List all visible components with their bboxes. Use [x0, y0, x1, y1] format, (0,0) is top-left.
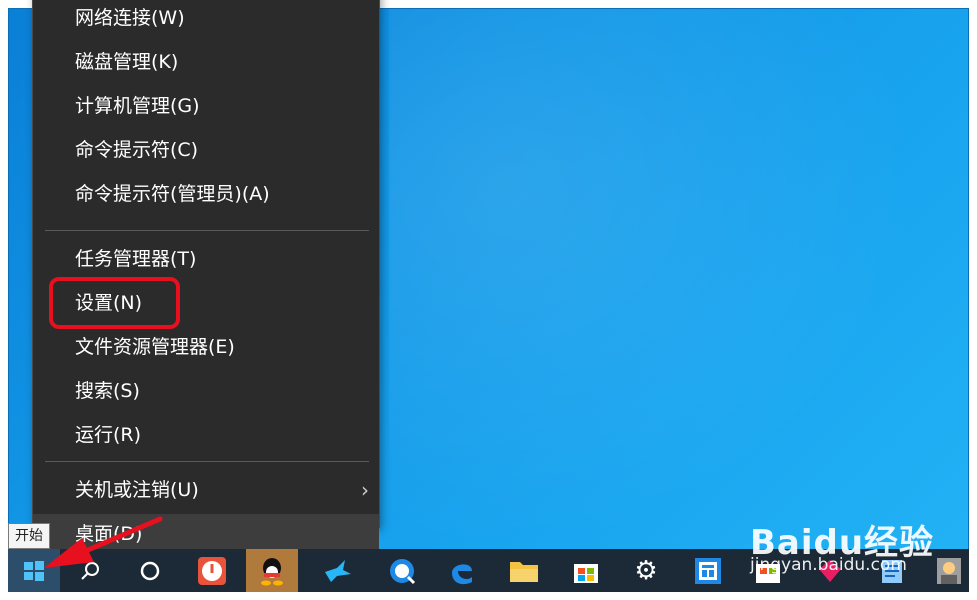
menu-separator [45, 461, 369, 462]
store-button[interactable] [560, 549, 612, 592]
menu-item-run[interactable]: 运行(R) [33, 415, 379, 455]
edge-button[interactable] [436, 549, 488, 592]
bird-app-icon [325, 559, 351, 582]
qq-icon [261, 557, 283, 585]
edge-icon [452, 563, 472, 584]
search-button[interactable] [64, 549, 116, 592]
menu-item-disk-management[interactable]: 磁盘管理(K) [33, 42, 379, 82]
menu-item-file-explorer[interactable]: 文件资源管理器(E) [33, 327, 379, 367]
store-app-icon [756, 563, 780, 583]
menu-item-shutdown-signout[interactable]: 关机或注销(U) › [33, 470, 379, 510]
user-app-icon [936, 557, 961, 584]
menu-item-label: 文件资源管理器(E) [75, 336, 235, 358]
menu-item-label: 磁盘管理(K) [75, 51, 179, 73]
store-app-button[interactable] [742, 549, 794, 592]
start-tooltip: 开始 [8, 523, 50, 549]
menu-item-label: 命令提示符(管理员)(A) [75, 183, 270, 205]
calculator-app-button[interactable] [682, 549, 734, 592]
cortana-button[interactable] [124, 549, 176, 592]
menu-item-label: 计算机管理(G) [75, 95, 200, 117]
search-icon [81, 561, 99, 580]
menu-item-label: 关机或注销(U) [75, 479, 199, 501]
menu-item-label: 网络连接(W) [75, 7, 185, 29]
menu-item-label: 运行(R) [75, 424, 142, 446]
pink-app-button[interactable] [804, 549, 856, 592]
settings-button[interactable]: ⚙ [620, 549, 672, 592]
windows-start-icon [24, 560, 44, 581]
settings-highlight-box [49, 277, 180, 329]
menu-item-task-manager[interactable]: 任务管理器(T) [33, 239, 379, 279]
taskbar: ⚙ [8, 549, 969, 592]
menu-item-command-prompt[interactable]: 命令提示符(C) [33, 130, 379, 170]
file-explorer-button[interactable] [498, 549, 550, 592]
browser-app-icon [390, 558, 416, 584]
menu-item-label: 搜索(S) [75, 380, 140, 402]
store-icon [574, 563, 598, 583]
menu-item-computer-management[interactable]: 计算机管理(G) [33, 86, 379, 126]
power-app-icon [198, 556, 226, 585]
start-button[interactable] [8, 549, 60, 592]
menu-item-desktop[interactable]: 桌面(D) [33, 514, 379, 554]
menu-item-network-connections[interactable]: 网络连接(W) [33, 0, 379, 38]
bird-app-button[interactable] [312, 549, 364, 592]
calculator-app-icon [695, 557, 721, 584]
qq-app-button[interactable] [246, 549, 298, 592]
user-app-button[interactable] [928, 549, 969, 592]
menu-item-search[interactable]: 搜索(S) [33, 371, 379, 411]
winx-power-user-menu: 网络连接(W) 磁盘管理(K) 计算机管理(G) 命令提示符(C) 命令提示符(… [32, 0, 380, 554]
power-app-button[interactable] [186, 549, 238, 592]
menu-separator [45, 230, 369, 231]
cortana-icon [140, 561, 160, 580]
file-explorer-icon [510, 561, 538, 582]
menu-item-label: 桌面(D) [75, 523, 143, 545]
menu-item-label: 任务管理器(T) [75, 248, 197, 270]
chevron-right-icon: › [361, 478, 369, 502]
menu-item-label: 命令提示符(C) [75, 139, 199, 161]
settings-gear-icon: ⚙ [634, 555, 658, 586]
notepad-app-icon [882, 559, 902, 583]
browser-app-button[interactable] [376, 549, 428, 592]
notepad-app-button[interactable] [866, 549, 918, 592]
pink-app-icon [819, 559, 841, 582]
menu-item-command-prompt-admin[interactable]: 命令提示符(管理员)(A) [33, 174, 379, 214]
